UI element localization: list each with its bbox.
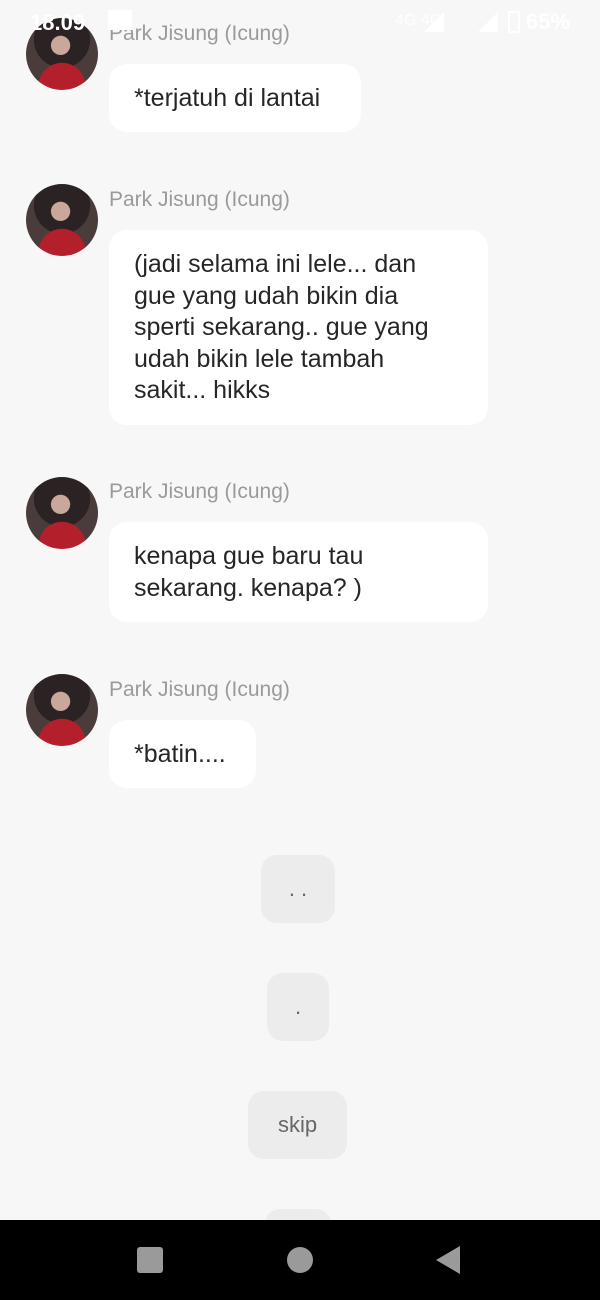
sender-name: Park Jisung (Icung) (109, 188, 290, 211)
message-line: *batin.... (134, 740, 226, 768)
choice-button[interactable]: . . (261, 855, 335, 923)
battery-percent: 65% (526, 9, 571, 34)
message-line: sakit... hikks (134, 376, 271, 404)
avatar (26, 674, 98, 746)
square-icon[interactable] (137, 1247, 163, 1273)
avatar (26, 477, 98, 549)
battery-icon (508, 11, 520, 33)
skip-button[interactable]: skip (248, 1091, 347, 1159)
notification-icon (108, 10, 132, 30)
circle-icon[interactable] (287, 1247, 313, 1273)
sender-name: Park Jisung (Icung) (109, 480, 290, 503)
status-time: 18.09 (30, 10, 86, 35)
message-line: udah bikin lele tambah (134, 344, 385, 373)
message-bubble: kenapa gue baru tau sekarang. kenapa? ) (109, 522, 488, 622)
message-bubble: *terjatuh di lantai (109, 64, 361, 132)
status-bar: 18.09 4G 4G 65% (0, 0, 600, 44)
message-line: sekarang. kenapa? ) (134, 573, 362, 602)
choice-button[interactable]: . (267, 973, 329, 1041)
avatar (26, 184, 98, 256)
navigation-bar (0, 1220, 600, 1300)
message-line: *terjatuh di lantai (134, 84, 321, 112)
back-triangle-icon[interactable] (436, 1246, 460, 1274)
message-line: sperti sekarang.. gue yang (134, 313, 429, 341)
sender-name: Park Jisung (Icung) (109, 678, 290, 701)
signal-icon (478, 12, 498, 32)
message-line: gue yang udah bikin dia (134, 281, 399, 310)
message-line: kenapa gue baru tau (134, 542, 364, 570)
message-bubble: (jadi selama ini lele... dan gue yang ud… (109, 230, 488, 425)
message-line: (jadi selama ini lele... dan (134, 250, 417, 278)
message-bubble: *batin.... (109, 720, 256, 788)
signal-icon (424, 12, 444, 32)
